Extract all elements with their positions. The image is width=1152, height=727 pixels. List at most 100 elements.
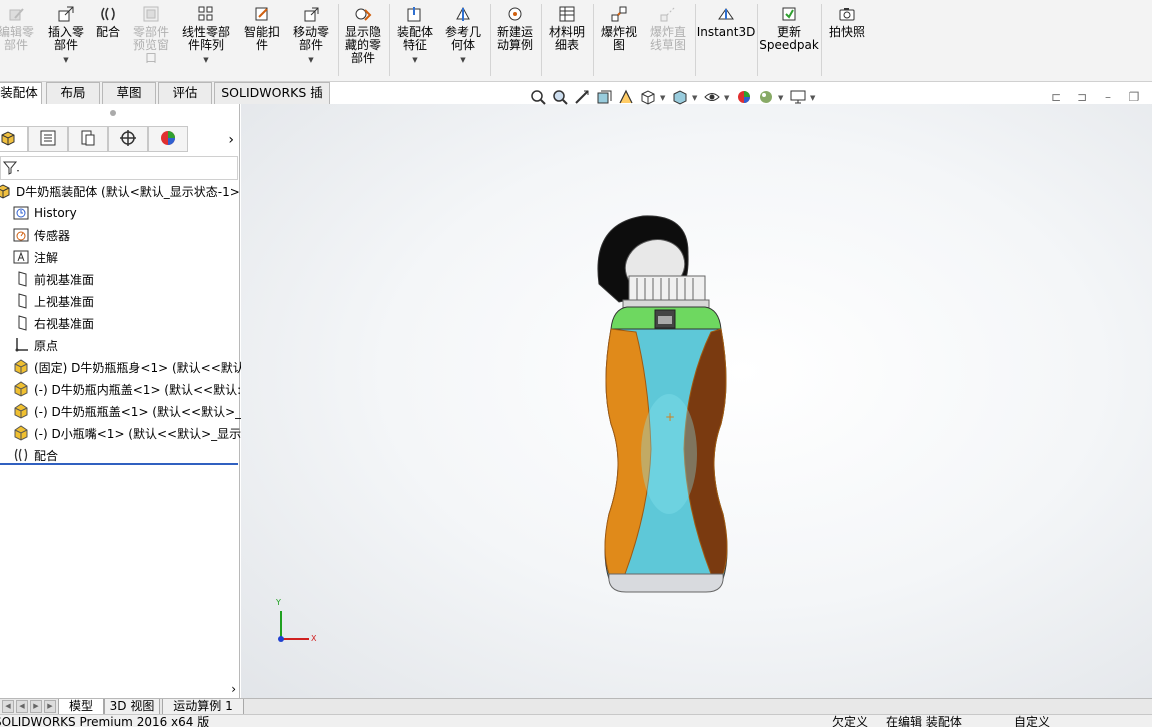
chevron-down-icon[interactable]: ▼: [308, 54, 313, 67]
assembly-icon: [0, 182, 12, 200]
tree-filter[interactable]: [0, 156, 238, 180]
chevron-down-icon[interactable]: ▼: [203, 54, 208, 67]
tab-assembly[interactable]: 装配体: [0, 82, 42, 104]
tree-item-sensors[interactable]: 传感器: [12, 224, 70, 246]
move-component-button[interactable]: 移动零 部件 ▼: [288, 4, 334, 67]
tab-display-manager[interactable]: [148, 126, 188, 152]
edit-appearance-button[interactable]: [734, 89, 754, 107]
tree-item-top-plane[interactable]: 上视基准面: [12, 290, 94, 312]
tab-motion-study-1[interactable]: 运动算例 1: [162, 699, 244, 715]
show-hidden-components-button[interactable]: 显示隐 藏的零 部件: [340, 4, 386, 65]
chevron-down-icon[interactable]: ▼: [412, 54, 417, 67]
configuration-manager-icon: [79, 129, 97, 150]
minimize-icon[interactable]: –: [1100, 89, 1116, 105]
tab-feature-manager[interactable]: [0, 126, 28, 152]
rollback-bar[interactable]: [0, 463, 238, 465]
view-orientation-button[interactable]: [638, 89, 658, 107]
exploded-view-button[interactable]: 爆炸视 图: [596, 4, 642, 52]
display-style-button[interactable]: [670, 89, 690, 107]
linear-pattern-button[interactable]: 线性零部 件阵列 ▼: [178, 4, 234, 67]
tree-item-bottle-cap[interactable]: (-) D牛奶瓶瓶盖<1> (默认<<默认>_: [12, 400, 241, 422]
next-tab-icon[interactable]: ▶: [30, 700, 42, 713]
status-definition: 欠定义: [832, 715, 869, 727]
insert-components-icon: [56, 4, 76, 24]
status-bar: SOLIDWORKS Premium 2016 x64 版 欠定义 在编辑 装配…: [0, 714, 1152, 727]
assembly-features-button[interactable]: 装配体 特征 ▼: [392, 4, 438, 67]
panel-handle[interactable]: [110, 110, 116, 116]
tree-item-right-plane[interactable]: 右视基准面: [12, 312, 94, 334]
chevron-right-icon[interactable]: ›: [188, 126, 240, 154]
insert-components-button[interactable]: 插入零 部件 ▼: [44, 4, 88, 67]
smart-fasteners-button[interactable]: 智能扣 件: [240, 4, 284, 52]
tree-item-bottle-body[interactable]: (固定) D牛奶瓶瓶身<1> (默认<<默认: [12, 356, 245, 378]
bottle-body[interactable]: +: [604, 328, 728, 593]
take-snapshot-button[interactable]: 拍快照: [824, 4, 870, 39]
camera-icon: [837, 4, 857, 24]
ribbon-separator: [757, 4, 758, 76]
panel-horizontal-scrollbar[interactable]: ›: [0, 682, 240, 698]
tab-property-manager[interactable]: [28, 126, 68, 152]
view-settings-button[interactable]: [788, 89, 808, 107]
new-motion-study-button[interactable]: 新建运 动算例: [492, 4, 538, 52]
speedpak-icon: [779, 4, 799, 24]
tile-right-icon[interactable]: ⊐: [1074, 89, 1090, 105]
tree-root-assembly[interactable]: D牛奶瓶装配体 (默认<默认_显示状态-1>: [0, 180, 240, 202]
section-view-button[interactable]: [594, 89, 614, 107]
instant3d-button[interactable]: Instant3D: [697, 4, 755, 39]
reference-geometry-button[interactable]: 参考几 何体 ▼: [440, 4, 486, 67]
plane-icon: [12, 270, 30, 288]
tab-configuration-manager[interactable]: [68, 126, 108, 152]
tab-sketch[interactable]: 草图: [102, 82, 156, 104]
dynamic-annotation-icon: [618, 89, 634, 108]
green-collar[interactable]: [610, 306, 722, 330]
tree-item-front-plane[interactable]: 前视基准面: [12, 268, 94, 290]
chevron-down-icon[interactable]: ▼: [692, 94, 700, 102]
explode-line-sketch-button[interactable]: 爆炸直 线草图: [644, 4, 692, 52]
chevron-down-icon[interactable]: ▼: [660, 94, 668, 102]
tile-left-icon[interactable]: ⊏: [1048, 89, 1064, 105]
tab-dimxpert-manager[interactable]: [108, 126, 148, 152]
tab-3d-views[interactable]: 3D 视图: [104, 699, 160, 715]
component-preview-button[interactable]: 零部件 预览窗 口: [128, 4, 174, 65]
status-units[interactable]: 自定义: [1014, 715, 1050, 727]
tree-item-origin[interactable]: 原点: [12, 334, 58, 356]
apply-scene-button[interactable]: [756, 89, 776, 107]
edit-component-icon: [6, 4, 26, 24]
bom-button[interactable]: 材料明 细表: [544, 4, 590, 52]
chevron-down-icon[interactable]: ▼: [724, 94, 732, 102]
svg-text:+: +: [665, 410, 675, 424]
chevron-right-icon[interactable]: ›: [231, 682, 236, 696]
chevron-down-icon[interactable]: ▼: [63, 54, 68, 67]
chevron-down-icon[interactable]: ▼: [460, 54, 465, 67]
zoom-area-button[interactable]: [550, 89, 570, 107]
prev-tab-icon[interactable]: ◀: [16, 700, 28, 713]
first-tab-icon[interactable]: ◀: [2, 700, 14, 713]
dynamic-annotation-button[interactable]: [616, 89, 636, 107]
model-viewport[interactable]: +: [241, 104, 1152, 698]
spout-threads[interactable]: [622, 275, 710, 309]
previous-view-button[interactable]: [572, 89, 592, 107]
zoom-to-fit-button[interactable]: [528, 89, 548, 107]
tree-item-history[interactable]: History: [12, 202, 77, 224]
update-speedpak-button[interactable]: 更新 Speedpak: [759, 4, 819, 52]
reference-geometry-icon: [453, 4, 473, 24]
chevron-down-icon[interactable]: ▼: [810, 94, 818, 102]
graphics-area[interactable]: + Y X: [241, 104, 1152, 698]
chevron-down-icon[interactable]: ▼: [778, 94, 786, 102]
mate-button[interactable]: 配合: [92, 4, 124, 39]
restore-icon[interactable]: ❐: [1126, 89, 1142, 105]
tab-model[interactable]: 模型: [58, 699, 104, 715]
panel-tabs: ›: [0, 126, 240, 154]
tree-item-annotations[interactable]: 注解: [12, 246, 58, 268]
tree-item-inner-cap[interactable]: (-) D牛奶瓶内瓶盖<1> (默认<<默认:: [12, 378, 241, 400]
property-manager-icon: [39, 129, 57, 150]
edit-component-button[interactable]: 编辑零 部件: [0, 4, 38, 52]
tab-layout[interactable]: 布局: [46, 82, 100, 104]
history-icon: [12, 204, 30, 222]
tab-solidworks-addins[interactable]: SOLIDWORKS 插件: [214, 82, 330, 120]
tab-evaluate[interactable]: 评估: [158, 82, 212, 104]
section-view-icon: [596, 89, 612, 108]
hide-show-items-button[interactable]: [702, 89, 722, 107]
last-tab-icon[interactable]: ▶: [44, 700, 56, 713]
tree-item-small-spout[interactable]: (-) D小瓶嘴<1> (默认<<默认>_显示: [12, 422, 241, 444]
